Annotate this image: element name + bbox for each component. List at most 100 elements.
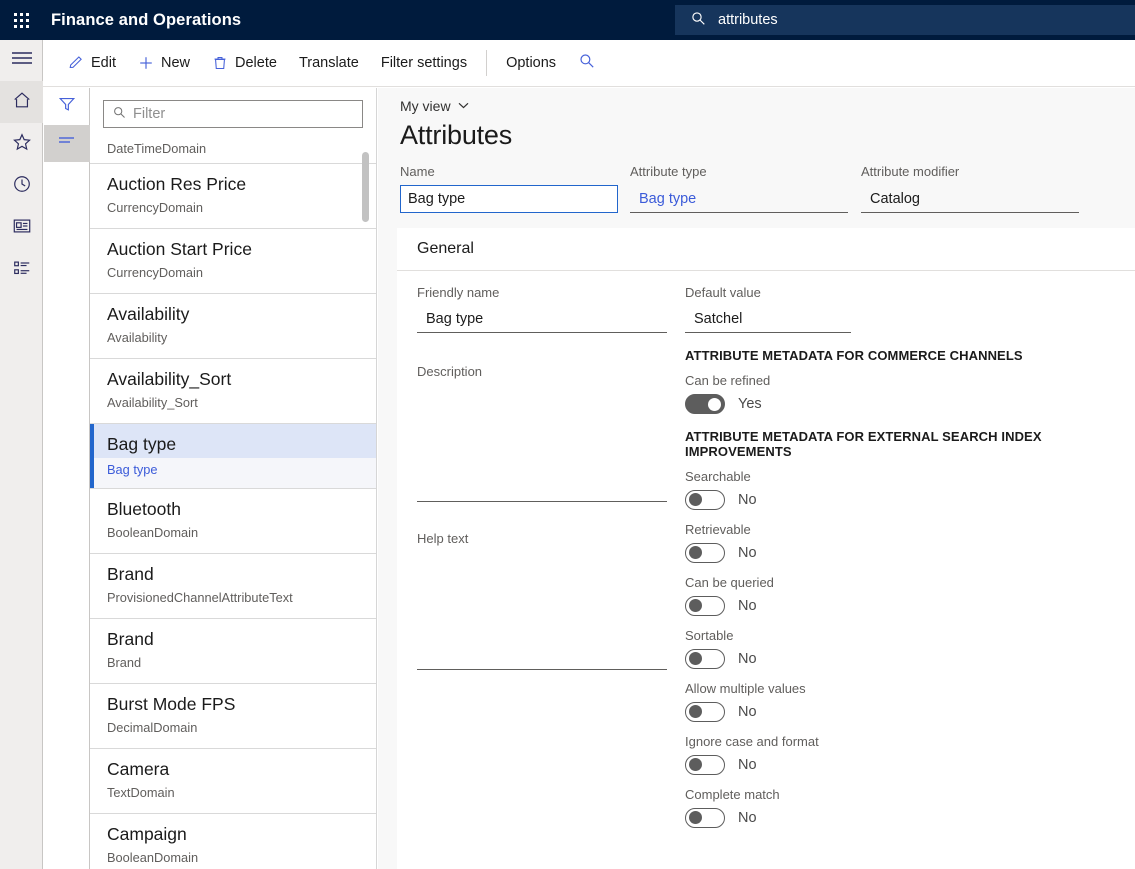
field-attribute-modifier: Attribute modifier Catalog (861, 164, 1079, 213)
toggle-can-be-refined-label: Can be refined (685, 373, 1125, 388)
filter-funnel-button[interactable] (44, 88, 90, 125)
toggle-can-be-queried-switch[interactable] (685, 596, 725, 616)
toggle-can-be-queried-value: No (738, 598, 757, 614)
toggle-retrievable-switch[interactable] (685, 543, 725, 563)
edit-button[interactable]: Edit (57, 47, 127, 79)
list-item-title: Availability_Sort (107, 367, 377, 391)
list-item[interactable]: Brand ProvisionedChannelAttributeText (90, 554, 377, 619)
delete-button[interactable]: Delete (201, 47, 288, 79)
toggle-complete-match: Complete match No (685, 787, 1125, 828)
toggle-searchable: Searchable No (685, 469, 1125, 510)
sidebar-item-home[interactable] (0, 81, 43, 123)
toggle-ignore-case-and-format: Ignore case and format No (685, 734, 1125, 775)
list-item[interactable]: Availability Availability (90, 294, 377, 359)
toggle-ignore-case-and-format-switch[interactable] (685, 755, 725, 775)
toggle-allow-multiple-values-value: No (738, 704, 757, 720)
recent-clock-icon (12, 174, 32, 199)
new-button-label: New (161, 55, 190, 71)
list-item[interactable]: Brand Brand (90, 619, 377, 684)
list-scrollbar-thumb[interactable] (362, 152, 369, 222)
field-description: Description (417, 364, 667, 502)
list-item[interactable]: Auction Res Price CurrencyDomain (90, 164, 377, 229)
list-item-title: Brand (107, 562, 377, 586)
toggle-retrievable: Retrievable No (685, 522, 1125, 563)
toggle-ignore-case-and-format-value: No (738, 757, 757, 773)
search-icon (691, 11, 706, 29)
list-scrollbar[interactable] (360, 136, 372, 869)
list-item[interactable]: DateTimeDomain (90, 136, 377, 164)
toggle-complete-match-switch[interactable] (685, 808, 725, 828)
toggle-complete-match-value: No (738, 810, 757, 826)
workspaces-icon (12, 216, 32, 241)
home-icon (12, 90, 32, 115)
list-view-icon-strip (44, 88, 90, 869)
field-name: Name Bag type (400, 164, 618, 213)
field-attribute-modifier-value: Catalog (870, 191, 920, 207)
field-name-input[interactable]: Bag type (400, 185, 618, 213)
list-item-subtitle: Bag type (107, 460, 377, 480)
general-section-header[interactable]: General (397, 228, 1135, 271)
app-launcher-icon (14, 13, 29, 28)
filter-funnel-icon (58, 95, 76, 118)
toggle-allow-multiple-values-switch[interactable] (685, 702, 725, 722)
list-item-subtitle: BooleanDomain (107, 848, 377, 868)
pencil-icon (68, 55, 84, 71)
list-item-subtitle: DateTimeDomain (107, 136, 377, 162)
sidebar-item-favorites[interactable] (0, 123, 43, 165)
field-attribute-type-input[interactable]: Bag type (630, 185, 848, 213)
toggle-sortable-switch[interactable] (685, 649, 725, 669)
list-item-subtitle: DecimalDomain (107, 718, 377, 738)
view-selector[interactable]: My view (400, 98, 469, 114)
list-item-subtitle: Availability_Sort (107, 393, 377, 413)
field-default-value-label: Default value (685, 285, 1125, 300)
list-item-subtitle: Availability (107, 328, 377, 348)
new-button[interactable]: New (127, 47, 201, 79)
main-content: My view Attributes Name Bag type Attribu… (378, 88, 1135, 869)
list-item[interactable]: Auction Start Price CurrencyDomain (90, 229, 377, 294)
translate-button[interactable]: Translate (288, 47, 370, 79)
global-search-box[interactable]: attributes (675, 5, 1135, 35)
list-item-subtitle: CurrencyDomain (107, 263, 377, 283)
app-launcher-button[interactable] (0, 0, 43, 40)
search-icon (113, 106, 126, 122)
list-item[interactable]: Burst Mode FPS DecimalDomain (90, 684, 377, 749)
list-item[interactable]: Bluetooth BooleanDomain (90, 489, 377, 554)
search-metadata-heading: ATTRIBUTE METADATA FOR EXTERNAL SEARCH I… (685, 429, 1125, 459)
field-attribute-modifier-input[interactable]: Catalog (861, 185, 1079, 213)
toggle-sortable: Sortable No (685, 628, 1125, 669)
sidebar-item-workspaces[interactable] (0, 207, 43, 249)
toggle-can-be-queried: Can be queried No (685, 575, 1125, 616)
delete-button-label: Delete (235, 55, 277, 71)
field-description-input[interactable] (417, 385, 667, 502)
chevron-down-icon (458, 100, 469, 112)
list-filter-placeholder: Filter (133, 106, 165, 122)
toggle-can-be-refined-switch[interactable] (685, 394, 725, 414)
field-help-text-input[interactable] (417, 552, 667, 670)
hamburger-icon (11, 50, 33, 71)
list-item[interactable]: Availability_Sort Availability_Sort (90, 359, 377, 424)
translate-button-label: Translate (299, 55, 359, 71)
list-item[interactable]: Camera TextDomain (90, 749, 377, 814)
list-item-selected[interactable]: Bag type Bag type (90, 424, 377, 489)
list-item-title: Campaign (107, 822, 377, 846)
options-button[interactable]: Options (495, 47, 567, 79)
toolbar-search-button[interactable] (567, 53, 607, 74)
list-lines-button[interactable] (44, 125, 90, 162)
list-item-title: Bluetooth (107, 497, 377, 521)
view-selector-label: My view (400, 98, 451, 114)
star-icon (12, 132, 32, 157)
list-item[interactable]: Campaign BooleanDomain (90, 814, 377, 869)
toggle-searchable-switch[interactable] (685, 490, 725, 510)
filter-settings-button[interactable]: Filter settings (370, 47, 478, 79)
field-name-label: Name (400, 164, 618, 179)
field-default-value-input[interactable]: Satchel (685, 306, 851, 333)
toggle-retrievable-label: Retrievable (685, 522, 1125, 537)
hamburger-menu-button[interactable] (0, 40, 43, 81)
toggle-ignore-case-and-format-label: Ignore case and format (685, 734, 1125, 749)
attributes-list-panel: Filter DateTimeDomain Auction Res Price … (90, 88, 377, 869)
field-friendly-name-input[interactable]: Bag type (417, 306, 667, 333)
sidebar-item-recent[interactable] (0, 165, 43, 207)
list-filter-input[interactable]: Filter (103, 100, 363, 128)
field-attribute-type-value: Bag type (639, 191, 696, 207)
sidebar-item-modules[interactable] (0, 249, 43, 291)
